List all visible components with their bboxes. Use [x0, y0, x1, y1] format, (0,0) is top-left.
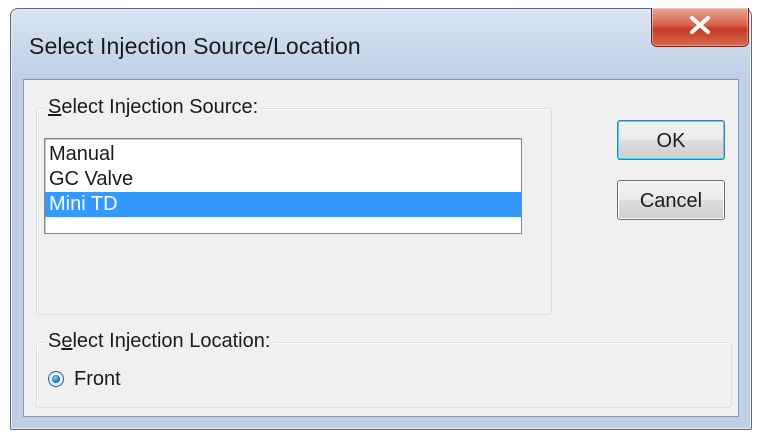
mnemonic-s: S — [48, 96, 62, 118]
injection-source-label: Select Injection Source: — [45, 95, 262, 119]
radio-front-label: Front — [74, 367, 121, 390]
close-button[interactable] — [651, 8, 749, 47]
dialog-title: Select Injection Source/Location — [29, 33, 361, 59]
injection-location-label: Select Injection Location: — [45, 329, 274, 353]
radio-checked-dot — [52, 375, 60, 383]
list-item-gc-valve[interactable]: GC Valve — [45, 167, 521, 192]
title-bar[interactable]: Select Injection Source/Location — [11, 8, 751, 79]
ok-button[interactable]: OK — [617, 120, 725, 160]
dialog-client-area: Select Injection Source: Manual GC Valve… — [23, 79, 739, 417]
mnemonic-e: e — [61, 330, 73, 352]
close-x-icon — [690, 16, 710, 34]
radio-button-icon[interactable] — [48, 371, 64, 387]
radio-front[interactable]: Front — [48, 366, 121, 392]
list-item-mini-td[interactable]: Mini TD — [45, 192, 521, 217]
list-item-manual[interactable]: Manual — [45, 142, 521, 167]
cancel-button[interactable]: Cancel — [617, 180, 725, 220]
injection-source-listbox[interactable]: Manual GC Valve Mini TD — [44, 138, 522, 234]
select-injection-dialog: Select Injection Source/Location Select … — [10, 8, 752, 430]
injection-location-group: Select Injection Location: — [36, 329, 732, 408]
